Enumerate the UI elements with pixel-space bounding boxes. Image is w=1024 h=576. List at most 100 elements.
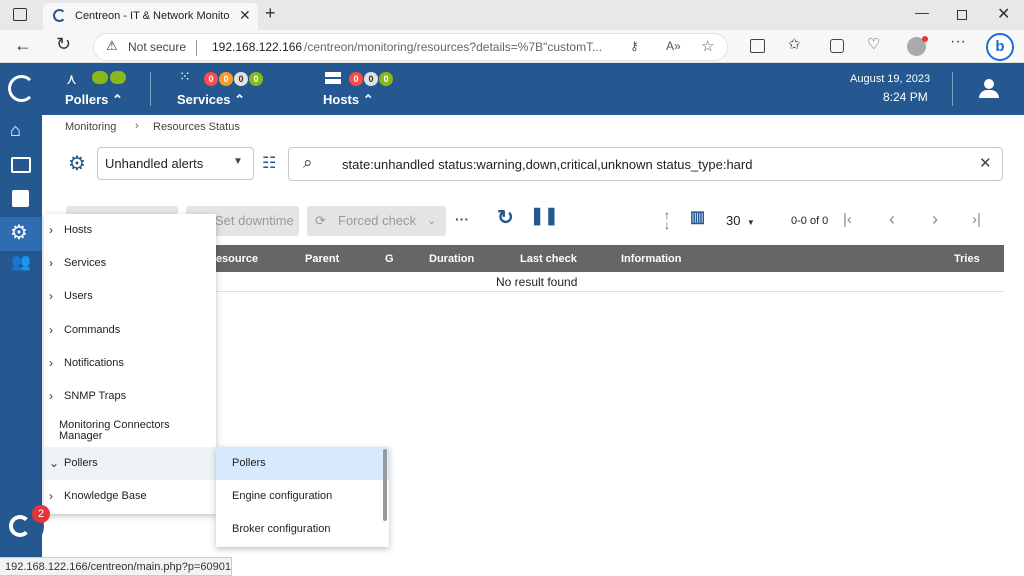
forced-check-button[interactable]: ⟳ Forced check ⌄ (307, 206, 446, 236)
collections-icon[interactable] (830, 39, 844, 53)
column-tries[interactable]: Tries (954, 253, 980, 265)
submenu-item-pollers[interactable]: Pollers (216, 447, 389, 480)
reporting-icon[interactable] (12, 190, 29, 207)
configuration-nav-active[interactable]: ⚙ (0, 217, 42, 251)
security-label[interactable]: Not secure (128, 40, 186, 54)
chevron-down-icon: ▼ (746, 218, 755, 227)
columns-icon[interactable]: ▥ (690, 210, 705, 226)
status-bar-url: 192.168.122.166/centreon/main.php?p=6090… (5, 561, 231, 573)
forced-check-icon: ⟳ (315, 213, 326, 228)
clear-search-icon[interactable]: ✕ (979, 154, 992, 172)
menu-item-services[interactable]: › Services (44, 247, 216, 280)
submenu-item-engine-configuration[interactable]: Engine configuration (216, 480, 389, 513)
column-information[interactable]: Information (621, 253, 682, 265)
latency-status-icon (110, 71, 126, 84)
services-warning-count[interactable]: 0 (219, 72, 233, 86)
url-divider (196, 40, 197, 56)
menu-item-monitoring-connectors-manager[interactable]: Monitoring Connectors Manager (44, 414, 216, 447)
favorite-star-icon[interactable]: ☆ (701, 37, 714, 55)
filter-select[interactable]: Unhandled alerts ▼ (97, 147, 254, 180)
user-profile-icon[interactable] (978, 79, 1000, 99)
more-icon[interactable]: ··· (950, 33, 966, 51)
menu-item-knowledge-base[interactable]: › Knowledge Base (44, 480, 216, 513)
notification-count-badge: 2 (32, 505, 50, 523)
restore-icon[interactable] (957, 10, 967, 20)
breadcrumb-resources-status[interactable]: Resources Status (153, 121, 240, 133)
table-bottom-border (216, 291, 1004, 292)
hosts-counters: 000 (349, 71, 394, 86)
hosts-unreachable-count[interactable]: 0 (364, 72, 378, 86)
url-box[interactable]: ⚠ Not secure 192.168.122.166 /centreon/m… (93, 33, 728, 61)
header-time: 8:24 PM (883, 90, 928, 104)
search-input[interactable]: state:unhandled status:warning,down,crit… (342, 157, 752, 172)
browser-tab[interactable]: Centreon - IT & Network Monito ✕ (43, 3, 258, 30)
monitoring-icon[interactable] (11, 157, 31, 173)
key-icon[interactable]: ⚷ (630, 39, 639, 53)
submenu-item-broker-configuration[interactable]: Broker configuration (216, 513, 389, 546)
home-icon[interactable]: ⌂ (10, 120, 32, 142)
tab-actions-icon[interactable] (13, 8, 27, 21)
menu-item-commands[interactable]: › Commands (44, 314, 216, 347)
menu-item-notifications[interactable]: › Notifications (44, 347, 216, 380)
centreon-logo[interactable] (8, 75, 35, 102)
hosts-up-count[interactable]: 0 (379, 72, 393, 86)
column-g[interactable]: G (385, 253, 394, 265)
filter-select-value: Unhandled alerts (105, 156, 204, 171)
column-last-check[interactable]: Last check (520, 253, 577, 265)
hosts-menu[interactable]: 000 Hosts ⌃ (323, 68, 413, 110)
centreon-favicon (53, 9, 66, 22)
more-actions-icon[interactable]: ··· (455, 211, 469, 227)
last-page-icon[interactable]: ›| (972, 211, 981, 228)
menu-item-pollers[interactable]: ⌄ Pollers (44, 447, 216, 480)
filter-tune-icon[interactable]: ☷ (262, 153, 276, 173)
column-parent[interactable]: Parent (305, 253, 339, 265)
favorites-icon[interactable]: ✩ (788, 35, 801, 53)
header-date: August 19, 2023 (850, 73, 931, 85)
previous-page-icon[interactable]: ‹ (889, 209, 895, 230)
search-box[interactable]: ⌕ state:unhandled status:warning,down,cr… (288, 147, 1003, 181)
pollers-menu[interactable]: ⋏ Pollers ⌃ (62, 68, 137, 110)
address-bar-row: ← ↻ ⚠ Not secure 192.168.122.166 /centre… (0, 30, 1024, 63)
page-size-select[interactable]: 30 ▼ (726, 213, 760, 231)
hosts-down-count[interactable]: 0 (349, 72, 363, 86)
search-icon: ⌕ (303, 153, 313, 172)
close-window-icon[interactable]: ✕ (997, 4, 1010, 24)
services-menu[interactable]: ⁙ 0000 Services ⌃ (176, 68, 286, 110)
first-page-icon[interactable]: |‹ (843, 211, 852, 228)
new-tab-icon[interactable]: + (265, 3, 276, 24)
next-page-icon[interactable]: › (932, 209, 938, 230)
url-host: 192.168.122.166 (212, 40, 303, 54)
services-critical-count[interactable]: 0 (204, 72, 218, 86)
refresh-data-icon[interactable]: ↻ (497, 205, 514, 230)
chevron-down-icon: ▼ (233, 156, 243, 167)
administration-icon[interactable]: 👥 (11, 252, 31, 272)
filter-settings-gear-icon[interactable]: ⚙ (68, 151, 86, 176)
menu-item-snmp-traps[interactable]: › SNMP Traps (44, 380, 216, 413)
services-unknown-count[interactable]: 0 (234, 72, 248, 86)
forced-check-label: Forced check (338, 213, 417, 228)
url-path: /centreon/monitoring/resources?details=%… (304, 40, 603, 54)
services-ok-count[interactable]: 0 (249, 72, 263, 86)
gear-icon: ⚙ (10, 222, 28, 244)
close-tab-icon[interactable]: ✕ (239, 7, 251, 24)
minimize-icon[interactable]: — (915, 4, 929, 20)
menu-item-users[interactable]: › Users (44, 280, 216, 313)
breadcrumb-monitoring[interactable]: Monitoring (65, 121, 116, 133)
menu-item-hosts[interactable]: › Hosts (44, 214, 216, 247)
services-label: Services ⌃ (177, 92, 246, 107)
breadcrumb-separator: › (135, 120, 139, 132)
split-screen-icon[interactable] (750, 39, 765, 53)
refresh-icon[interactable]: ↻ (56, 34, 71, 55)
pause-icon[interactable]: ❚❚ (530, 206, 559, 226)
submenu-scrollbar[interactable] (383, 449, 387, 521)
centreon-widget-logo (9, 515, 31, 537)
expand-rows-icon[interactable]: ↑ ↓ (664, 209, 670, 231)
back-icon[interactable]: ← (14, 35, 32, 56)
browser-essentials-icon[interactable]: ♡ (867, 35, 880, 53)
bing-copilot-icon[interactable]: b (986, 33, 1014, 61)
read-aloud-icon[interactable]: A» (666, 39, 681, 53)
column-duration[interactable]: Duration (429, 253, 474, 265)
pollers-submenu: Pollers Engine configuration Broker conf… (216, 447, 389, 547)
chevron-down-icon: ⌄ (427, 215, 437, 227)
page-size-value: 30 (726, 213, 741, 228)
